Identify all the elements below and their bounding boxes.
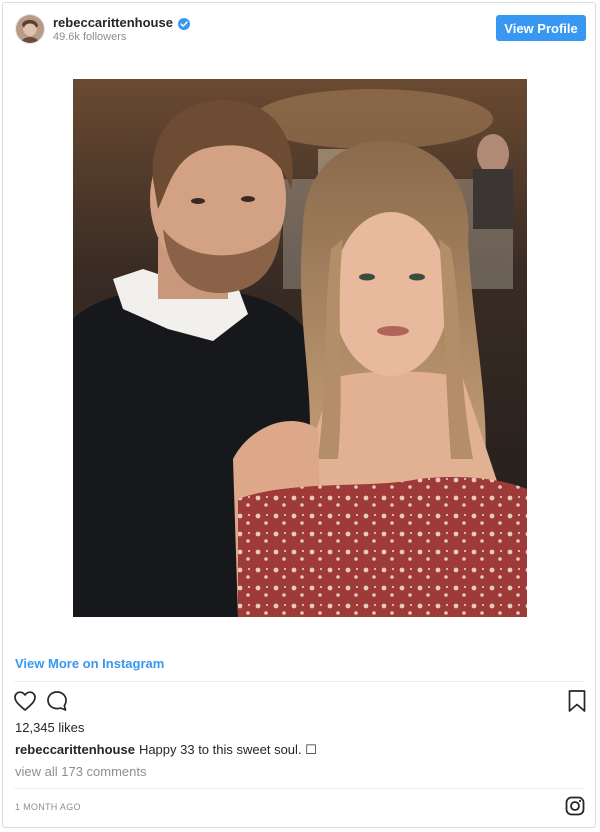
heart-icon[interactable] bbox=[13, 689, 37, 718]
view-all-comments-link[interactable]: view all 173 comments bbox=[15, 764, 147, 779]
caption-username[interactable]: rebeccarittenhouse bbox=[15, 742, 135, 757]
instagram-embed-card: rebeccarittenhouse 49.6k followers View … bbox=[2, 2, 596, 828]
instagram-logo-icon[interactable] bbox=[565, 796, 585, 821]
like-count[interactable]: 12,345 likes bbox=[15, 720, 84, 735]
avatar[interactable] bbox=[15, 14, 45, 44]
caption: rebeccarittenhouse Happy 33 to this sweet… bbox=[15, 742, 317, 758]
caption-text: Happy 33 to this sweet soul. ☐ bbox=[138, 742, 317, 757]
view-profile-button[interactable]: View Profile bbox=[496, 15, 586, 41]
post-header: rebeccarittenhouse 49.6k followers View … bbox=[3, 3, 595, 59]
comment-icon[interactable] bbox=[45, 689, 69, 718]
follower-count: 49.6k followers bbox=[53, 31, 127, 43]
view-more-link[interactable]: View More on Instagram bbox=[15, 656, 164, 671]
bookmark-icon[interactable] bbox=[567, 689, 587, 718]
divider bbox=[14, 681, 585, 682]
username-link[interactable]: rebeccarittenhouse bbox=[53, 15, 173, 30]
post-timestamp: 1 MONTH AGO bbox=[15, 802, 81, 812]
verified-badge-icon bbox=[177, 17, 190, 30]
divider bbox=[14, 788, 585, 789]
username-row: rebeccarittenhouse bbox=[53, 15, 190, 30]
post-photo[interactable] bbox=[73, 79, 527, 617]
